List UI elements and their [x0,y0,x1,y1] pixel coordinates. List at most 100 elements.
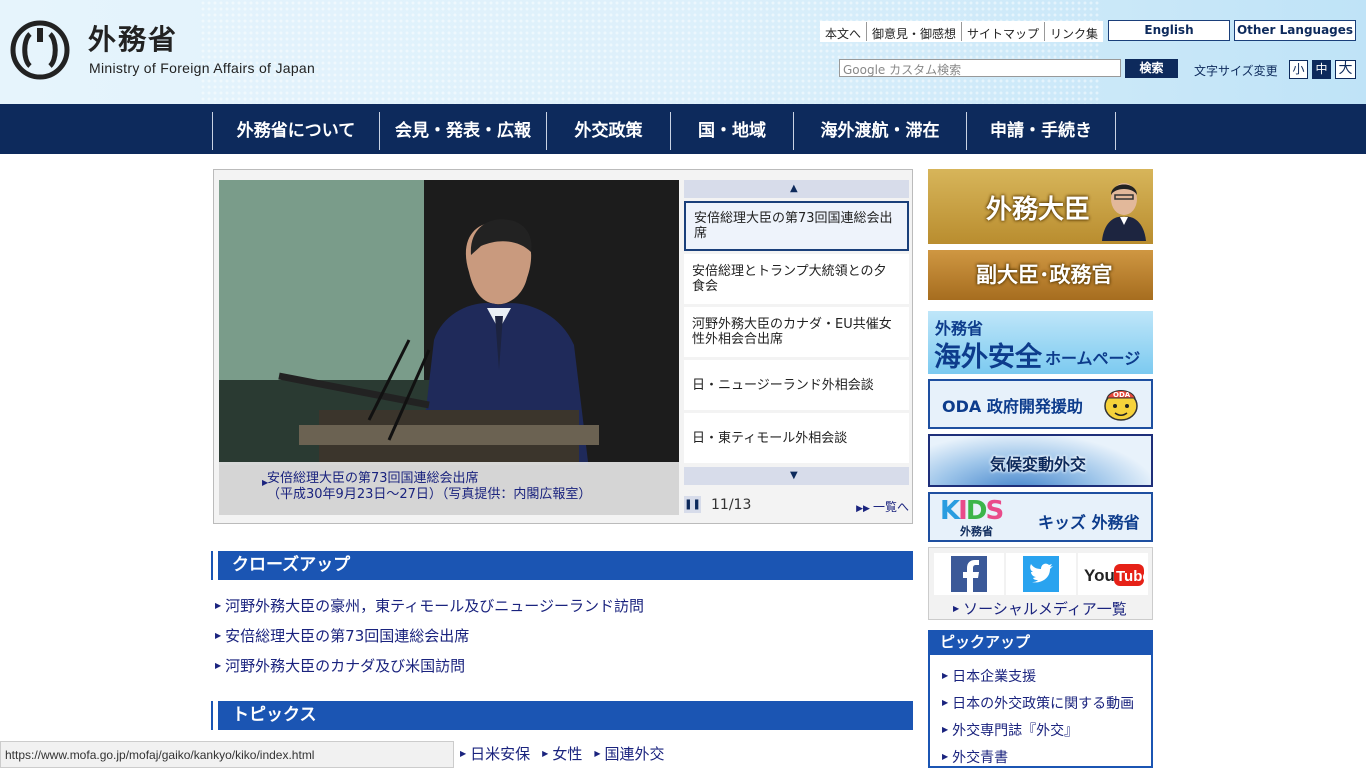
nav-item-procedures[interactable]: 申請・手続き [967,112,1116,150]
search-input[interactable]: Google カスタム検索 [839,59,1121,77]
svg-text:Tube: Tube [1116,568,1148,585]
arrow-up-icon: ▲ [790,183,798,194]
vice-minister-banner-label: 副大臣･政務官 [976,263,1113,287]
site-header: 外務省 Ministry of Foreign Affairs of Japan… [0,0,1366,104]
closeup-link[interactable]: 河野外務大臣のカナダ及び米国訪問 [225,657,465,675]
facebook-icon[interactable] [934,553,1004,595]
pickup-item: ▶ 外交専門誌『外交』 [942,720,1078,740]
mofa-emblem-icon[interactable] [10,20,70,80]
kids-banner[interactable]: KIDS 外務省 キッズ 外務省 [928,492,1153,542]
pickup-link[interactable]: 日本の外交政策に関する動画 [952,696,1134,712]
font-size-large-button[interactable]: 大 [1335,60,1356,79]
caption-link-line2[interactable]: （平成30年9月23日～27日）（写真提供：内閣広報室） [267,487,679,503]
social-media-list-text[interactable]: ソーシャルメディア一覧 [963,600,1127,618]
bullet-arrow-icon: ▶ [594,749,601,758]
topic-item: ▶ 女性 [542,743,582,764]
pickup-heading: ピックアップ [928,630,1153,655]
browser-status-url: https://www.mofa.go.jp/mofaj/gaiko/kanky… [0,741,454,768]
slide-item[interactable]: 河野外務大臣のカナダ・EU共催女性外相会合出席 [684,307,909,357]
font-size-medium-button[interactable]: 中 [1312,60,1331,79]
oda-banner[interactable]: ODA 政府開発援助 ODA [928,379,1153,429]
overseas-safety-banner[interactable]: 外務省 海外安全 ホームページ [928,311,1153,374]
youtube-icon[interactable]: You Tube [1078,553,1151,595]
slide-item[interactable]: 日・ニュージーランド外相会談 [684,360,909,410]
pause-icon[interactable]: ❚❚ [684,496,701,513]
minister-portrait [1102,183,1146,241]
nav-item-regions[interactable]: 国・地域 [671,112,794,150]
slide-list: ▲ 安倍総理大臣の第73回国連総会出席 安倍総理とトランプ大統領との夕食会 河野… [684,180,909,485]
svg-text:ODA: ODA [1113,391,1131,399]
climate-diplomacy-banner[interactable]: 気候変動外交 [928,434,1153,487]
closeup-link[interactable]: 河野外務大臣の豪州，東ティモール及びニュージーランド訪問 [225,597,644,615]
slide-up-button[interactable]: ▲ [684,180,909,198]
site-logo-japanese[interactable]: 外務省 [88,18,178,58]
bullet-arrow-icon: ▶ [942,752,949,761]
pickup-link[interactable]: 外交専門誌『外交』 [952,723,1078,739]
slide-photo[interactable]: ▶ 安倍総理大臣の第73回国連総会出席 （平成30年9月23日～27日）（写真提… [219,180,679,515]
util-link-skip-to-content[interactable]: 本文へ [820,22,868,41]
util-link-feedback[interactable]: 御意見・御感想 [867,22,963,41]
bullet-arrow-icon: ▶ [542,749,549,758]
topic-link[interactable]: 日米安保 [470,745,530,763]
pickup-item: ▶ 日本企業支援 [942,666,1036,686]
topic-link[interactable]: 女性 [552,745,582,763]
social-media-list-link[interactable]: ▶ ソーシャルメディア一覧 [953,598,1127,619]
bullet-arrow-icon: ▶ [942,725,949,734]
slide-down-button[interactable]: ▼ [684,467,909,485]
social-media-box: You Tube ▶ ソーシャルメディア一覧 [928,547,1153,620]
slide-controls: ❚❚ 11/13 ▶▶ 一覧へ [684,496,909,516]
site-logo-english[interactable]: Ministry of Foreign Affairs of Japan [89,60,315,76]
slideshow: ▶ 安倍総理大臣の第73回国連総会出席 （平成30年9月23日～27日）（写真提… [213,169,913,524]
slide-list-link-text[interactable]: 一覧へ [873,500,909,514]
util-link-sitemap[interactable]: サイトマップ [962,22,1046,41]
slide-item[interactable]: 日・東ティモール外相会談 [684,413,909,463]
util-link-links[interactable]: リンク集 [1045,22,1103,41]
slide-item[interactable]: 安倍総理とトランプ大統領との夕食会 [684,254,909,304]
minister-banner-label: 外務大臣 [986,195,1091,225]
topics-links: ▶ 日米安保 ▶ 女性 ▶ 国連外交 [460,743,677,764]
pickup-link[interactable]: 外交青書 [952,750,1008,766]
svg-text:You: You [1084,566,1115,585]
nav-item-policy[interactable]: 外交政策 [547,112,671,150]
font-size-small-button[interactable]: 小 [1289,60,1308,79]
topic-link[interactable]: 国連外交 [605,745,665,763]
pickup-item: ▶ 日本の外交政策に関する動画 [942,693,1134,713]
caption-link-line1[interactable]: 安倍総理大臣の第73回国連総会出席 [267,471,679,487]
closeup-heading: クローズアップ [213,551,913,580]
slide-caption[interactable]: ▶ 安倍総理大臣の第73回国連総会出席 （平成30年9月23日～27日）（写真提… [219,462,679,515]
other-languages-button[interactable]: Other Languages [1234,20,1356,41]
nav-item-travel[interactable]: 海外渡航・滞在 [794,112,967,150]
topic-item: ▶ 日米安保 [460,743,530,764]
nav-item-about[interactable]: 外務省について [213,112,380,150]
bullet-arrow-icon: ▶ [460,749,467,758]
bullet-arrow-icon: ▶ [942,671,949,680]
slide-item[interactable]: 安倍総理大臣の第73回国連総会出席 [684,201,909,251]
minister-banner[interactable]: 外務大臣 [928,169,1153,244]
nav-item-press[interactable]: 会見・発表・広報 [380,112,547,150]
kids-logo: KIDS [940,496,1004,526]
pickup-box: ピックアップ ▶ 日本企業支援 ▶ 日本の外交政策に関する動画 ▶ 外交専門誌『外交』… [928,630,1153,768]
bullet-arrow-icon: ▶ [215,631,222,640]
bullet-arrow-icon: ▶ [215,601,222,610]
kids-banner-label: キッズ 外務省 [1038,513,1140,532]
twitter-icon[interactable] [1006,553,1076,595]
kids-logo-sub: 外務省 [960,525,993,538]
slide-counter: 11/13 [711,497,752,513]
pickup-link[interactable]: 日本企業支援 [952,669,1036,685]
safety-banner-line2: 海外安全 [934,342,1042,373]
vice-minister-banner[interactable]: 副大臣･政務官 [928,250,1153,300]
caption-arrow-icon: ▶ [262,478,269,487]
closeup-item: ▶ 河野外務大臣のカナダ及び米国訪問 [215,655,465,676]
safety-banner-line3: ホームページ [1045,349,1141,368]
search-button[interactable]: 検索 [1125,59,1178,78]
closeup-item: ▶ 河野外務大臣の豪州，東ティモール及びニュージーランド訪問 [215,595,644,616]
english-button[interactable]: English [1108,20,1230,41]
slide-list-link[interactable]: ▶▶ 一覧へ [856,498,909,515]
double-arrow-icon: ▶▶ [856,504,870,514]
topic-item: ▶ 国連外交 [594,743,664,764]
global-nav: 外務省について 会見・発表・広報 外交政策 国・地域 海外渡航・滞在 申請・手続… [0,104,1366,154]
closeup-item: ▶ 安倍総理大臣の第73回国連総会出席 [215,625,469,646]
utility-links: 本文へ 御意見・御感想 サイトマップ リンク集 [820,21,1104,42]
bullet-arrow-icon: ▶ [942,698,949,707]
closeup-link[interactable]: 安倍総理大臣の第73回国連総会出席 [225,627,469,645]
